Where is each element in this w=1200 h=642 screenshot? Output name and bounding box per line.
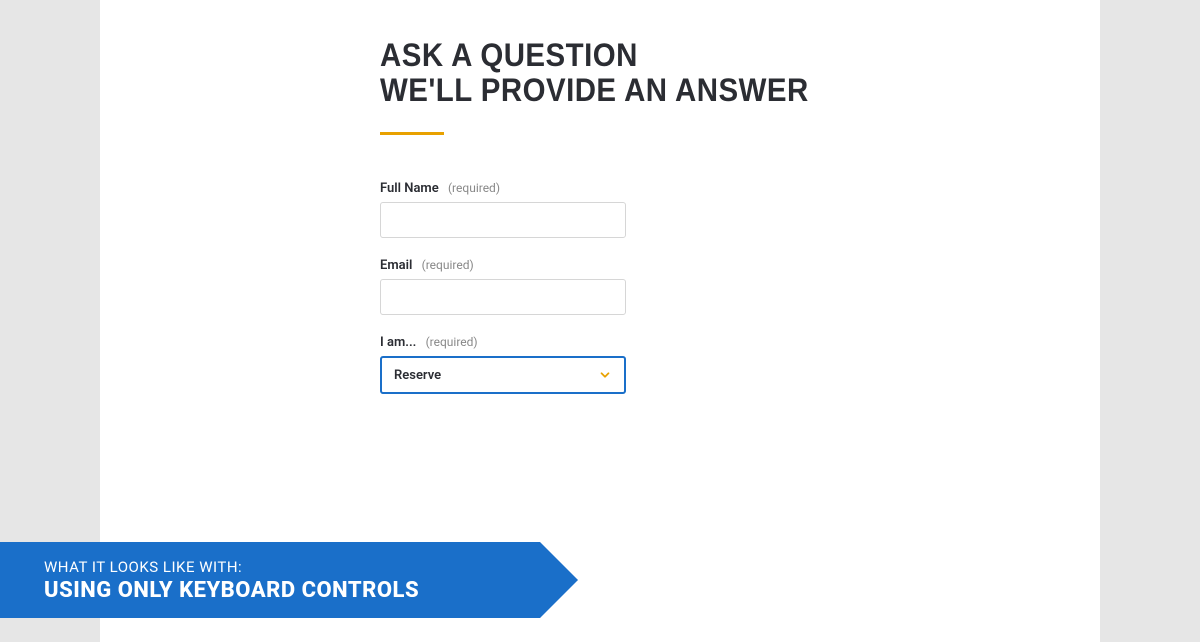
iam-label: I am... (380, 335, 416, 350)
page-heading: ASK A QUESTION WE'LL PROVIDE AN ANSWER (380, 38, 969, 108)
heading-line-1: ASK A QUESTION (380, 37, 638, 73)
content-area: ASK A QUESTION WE'LL PROVIDE AN ANSWER F… (380, 38, 1020, 414)
chevron-down-icon (598, 368, 612, 382)
fullname-required: (required) (448, 181, 500, 195)
fullname-label-row: Full Name (required) (380, 181, 626, 196)
iam-select[interactable]: Reserve (380, 356, 626, 394)
email-input[interactable] (380, 279, 626, 315)
email-label: Email (380, 258, 412, 273)
caption-banner: WHAT IT LOOKS LIKE WITH: USING ONLY KEYB… (0, 542, 419, 618)
contact-form: Full Name (required) Email (required) I … (380, 181, 626, 394)
field-iam: I am... (required) Reserve (380, 335, 626, 394)
fullname-input[interactable] (380, 202, 626, 238)
email-label-row: Email (required) (380, 258, 626, 273)
caption-line-1: WHAT IT LOOKS LIKE WITH: (44, 558, 419, 576)
email-required: (required) (422, 258, 474, 272)
caption-line-2: USING ONLY KEYBOARD CONTROLS (44, 578, 419, 603)
fullname-label: Full Name (380, 181, 439, 196)
field-fullname: Full Name (required) (380, 181, 626, 238)
iam-required: (required) (426, 335, 478, 349)
heading-underline (380, 132, 444, 135)
heading-line-2: WE'LL PROVIDE AN ANSWER (380, 72, 809, 108)
iam-select-value: Reserve (394, 368, 441, 383)
caption-text: WHAT IT LOOKS LIKE WITH: USING ONLY KEYB… (0, 558, 419, 603)
field-email: Email (required) (380, 258, 626, 315)
iam-label-row: I am... (required) (380, 335, 626, 350)
